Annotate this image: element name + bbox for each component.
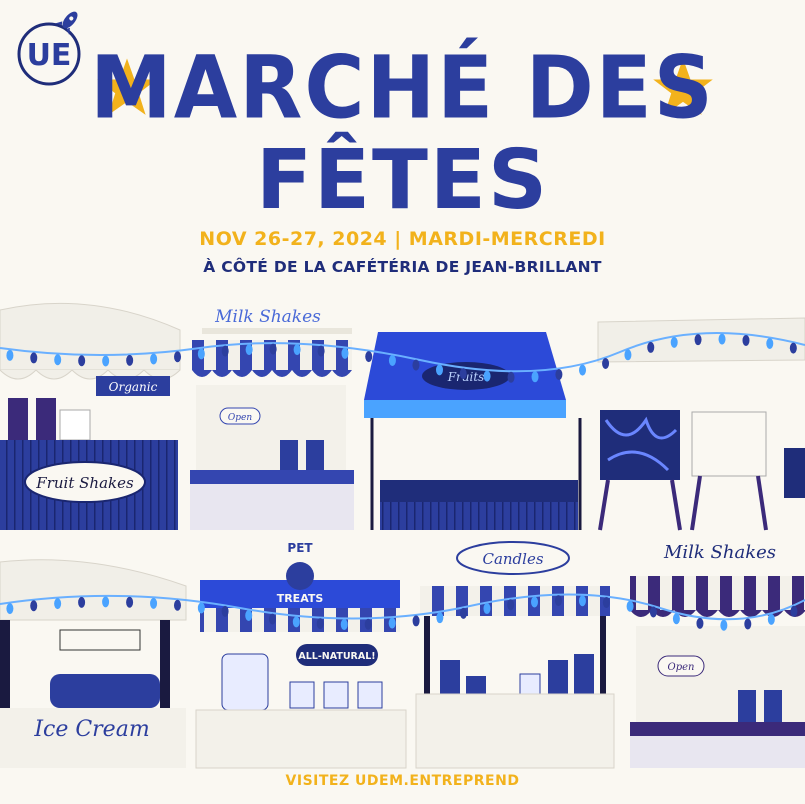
light-bulb	[694, 334, 702, 346]
light-bulb	[435, 364, 443, 376]
light-bulb	[555, 368, 563, 380]
title-line-2: FÊTES	[255, 133, 550, 228]
light-bulb	[670, 336, 678, 348]
light-bulb	[102, 355, 110, 367]
light-bulb	[78, 355, 86, 367]
footer-cta[interactable]: VISITEZ UDEM.ENTREPREND	[0, 773, 805, 789]
light-bulb	[507, 599, 515, 611]
open-sign-top: Open	[228, 413, 252, 423]
open-sign-bottom: Open	[668, 662, 695, 673]
candles-sign: Candles	[482, 550, 543, 568]
light-bulb	[126, 596, 134, 608]
light-bulb	[554, 595, 562, 607]
light-bulb	[388, 617, 396, 629]
light-bulb	[624, 349, 632, 361]
event-date: NOV 26-27, 2024 | MARDI-MERCREDI	[199, 228, 606, 250]
light-bulb	[54, 354, 62, 366]
stall-ice-cream: Ice Cream	[0, 559, 187, 768]
light-bulb	[150, 353, 158, 365]
light-bulb	[720, 619, 728, 631]
light-bulb	[767, 613, 775, 625]
light-bulb	[221, 345, 229, 357]
light-bulb	[221, 605, 229, 617]
light-bulb	[78, 596, 86, 608]
light-bulb	[54, 598, 62, 610]
light-bulb	[245, 344, 253, 356]
fruit-shakes-sign: Fruit Shakes	[35, 474, 134, 492]
light-bulb	[388, 355, 396, 367]
event-location: À CÔTÉ DE LA CAFÉTÉRIA DE JEAN-BRILLANT	[203, 258, 602, 276]
light-bulb	[531, 371, 539, 383]
light-bulb	[766, 338, 774, 350]
light-bulb	[245, 610, 253, 622]
title-line-1: MARCHÉ DES	[90, 38, 715, 139]
light-bulb	[459, 368, 467, 380]
light-bulb	[744, 618, 752, 630]
light-bulb	[696, 617, 704, 629]
light-bulb	[459, 607, 467, 619]
stall-pet-treats: PET TREATS ALL-NATURAL!	[195, 541, 407, 769]
light-bulb	[268, 613, 276, 625]
light-bulb	[174, 351, 182, 363]
light-bulb	[436, 612, 444, 624]
light-bulb	[197, 348, 205, 360]
light-bulb	[126, 354, 134, 366]
light-bulb	[6, 603, 14, 615]
stall-milkshakes-top: Milk Shakes Open	[190, 307, 354, 530]
light-bulb	[578, 595, 586, 607]
stall-candles: Candles	[415, 541, 615, 769]
organic-sign: Organic	[109, 380, 158, 394]
light-bulb	[102, 596, 110, 608]
market-illustration: Organic Fruit Shakes Milk Shakes Open Fr…	[0, 302, 805, 769]
stall-fruit-shakes: Organic Fruit Shakes	[0, 302, 181, 530]
light-bulb	[269, 343, 277, 355]
stall-milkshakes-bottom: Milk Shakes Open	[630, 542, 805, 768]
stall-fruits: Fruits	[364, 332, 582, 530]
light-bulb	[173, 599, 181, 611]
light-bulb	[412, 359, 420, 371]
ice-cream-sign: Ice Cream	[33, 717, 149, 742]
light-bulb	[672, 613, 680, 625]
paw-icon	[286, 562, 314, 590]
light-bulb	[647, 341, 655, 353]
light-bulb	[30, 352, 38, 364]
light-bulb	[365, 351, 373, 363]
light-bulb	[602, 358, 610, 370]
light-bulb	[531, 596, 539, 608]
light-bulb	[718, 333, 726, 345]
light-bulb	[483, 370, 491, 382]
light-bulb	[412, 615, 420, 627]
light-bulb	[197, 602, 205, 614]
milkshakes-top-sign: Milk Shakes	[214, 307, 321, 327]
light-bulb	[364, 618, 372, 630]
all-natural-sign: ALL-NATURAL!	[298, 651, 375, 662]
light-bulb	[316, 618, 324, 630]
light-bulb	[507, 371, 515, 383]
light-bulb	[649, 606, 657, 618]
light-bulb	[579, 364, 587, 376]
light-bulb	[341, 347, 349, 359]
light-bulb	[293, 344, 301, 356]
light-bulb	[340, 618, 348, 630]
light-bulb	[602, 597, 610, 609]
milkshakes-bottom-sign: Milk Shakes	[663, 542, 776, 563]
light-bulb	[6, 349, 14, 361]
pet-sign-2: TREATS	[277, 592, 324, 605]
event-poster: UE MARCHÉ DES FÊTES NOV 26-27, 2024 | MA…	[0, 0, 805, 804]
light-bulb	[789, 342, 797, 354]
light-bulb	[790, 605, 798, 617]
pet-sign-1: PET	[287, 541, 313, 555]
rocket-icon	[55, 11, 78, 35]
light-bulb	[150, 597, 158, 609]
light-bulb	[292, 616, 300, 628]
light-bulb	[483, 603, 491, 615]
light-bulb	[30, 600, 38, 612]
light-bulb	[742, 334, 750, 346]
light-bulb	[317, 345, 325, 357]
light-bulb	[626, 600, 634, 612]
